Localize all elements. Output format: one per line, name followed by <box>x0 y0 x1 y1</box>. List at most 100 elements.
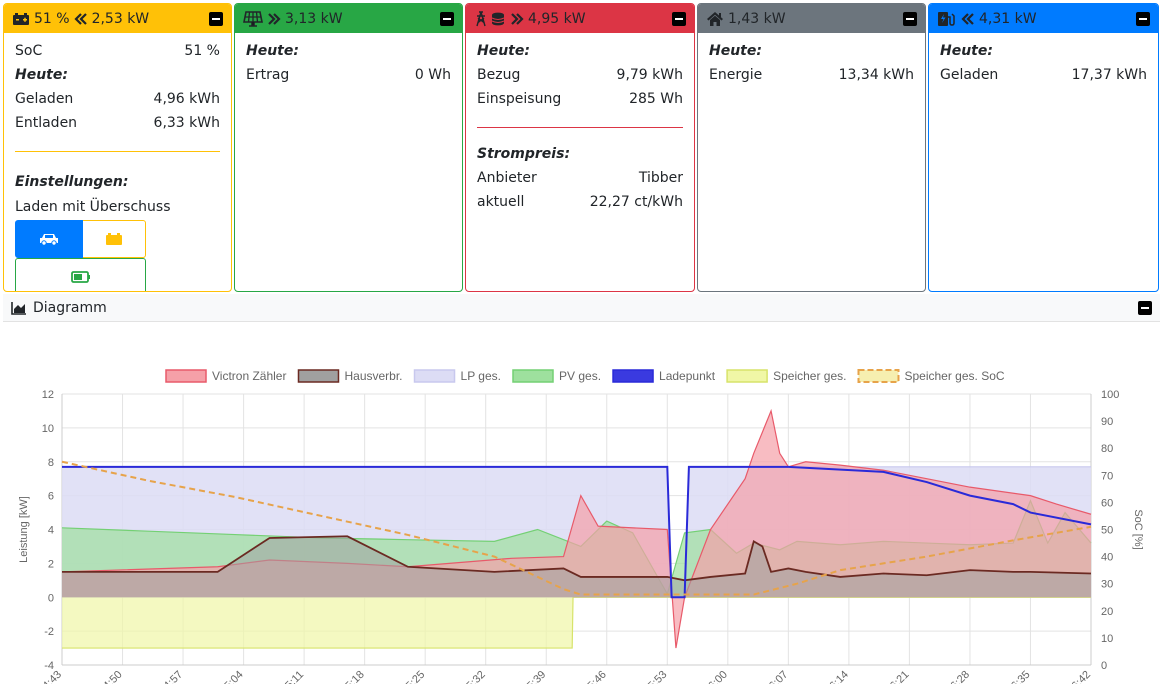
charged-value: 17,37 kWh <box>1071 67 1147 83</box>
discharged-label: Entladen <box>15 115 78 131</box>
x-tick-label: 16:21 <box>884 669 912 684</box>
battery-charging-button[interactable] <box>15 258 146 291</box>
battery-soc: 51 % <box>34 10 70 27</box>
x-tick-label: 16:07 <box>763 669 791 684</box>
price-heading: Strompreis: <box>477 146 571 162</box>
y2-tick-label: 90 <box>1101 416 1113 428</box>
x-tick-label: 14:57 <box>157 669 185 684</box>
y-tick-label: 0 <box>48 592 54 604</box>
x-tick-label: 16:14 <box>823 669 851 684</box>
chevrons-left-icon <box>961 12 974 25</box>
legend-label-pv-ges: PV ges. <box>559 369 601 383</box>
car-mode-button[interactable] <box>15 220 83 258</box>
diagram-panel: Diagramm -4 -2 0 2 4 6 8 10 12 0 10 20 30 40 50 60 70 80 9… <box>3 294 1160 688</box>
legend-swatch-ladepunkt <box>612 369 654 383</box>
power-tower-coins-icon <box>476 10 505 26</box>
soc-value: 51 % <box>184 43 220 59</box>
today-heading: Heute: <box>477 43 530 59</box>
energy-value: 13,34 kWh <box>838 67 914 83</box>
battery-mode-button[interactable] <box>83 220 146 258</box>
yield-label: Ertrag <box>246 67 290 83</box>
divider <box>15 151 220 152</box>
minimize-button[interactable] <box>440 11 454 26</box>
diagram-header[interactable]: Diagramm <box>3 294 1160 322</box>
charged-label: Geladen <box>940 67 999 83</box>
yield-value: 0 Wh <box>414 67 451 83</box>
y2-tick-label: 60 <box>1101 497 1113 509</box>
chevrons-left-icon <box>74 12 87 25</box>
home-power: 1,43 kW <box>728 10 786 27</box>
home-card-header[interactable]: 1,43 kW <box>698 4 925 33</box>
battery-car-icon <box>13 12 29 25</box>
minimize-button[interactable] <box>1136 11 1150 26</box>
legend-swatch-pv-ges <box>512 369 554 383</box>
chargepoint-card-header[interactable]: 4,31 kW <box>929 4 1158 33</box>
grid-card-header[interactable]: 4,95 kW <box>466 4 694 33</box>
minimize-button[interactable] <box>209 11 223 26</box>
minimize-button[interactable] <box>903 11 917 26</box>
solar-panel-icon <box>243 10 263 27</box>
charging-station-icon <box>938 11 955 26</box>
y2-tick-label: 40 <box>1101 552 1113 564</box>
legend-swatch-victron-z-hler <box>165 369 207 383</box>
today-heading: Heute: <box>940 43 993 59</box>
power-chart[interactable]: -4-2024681012010203040506070809010014:43… <box>3 322 1160 688</box>
energy-label: Energie <box>709 67 763 83</box>
x-tick-label: 15:11 <box>279 669 306 684</box>
legend-label-lp-ges: LP ges. <box>461 369 501 383</box>
divider <box>477 127 683 128</box>
export-label: Einspeisung <box>477 91 562 107</box>
minimize-button[interactable] <box>672 11 686 26</box>
y2-tick-label: 80 <box>1101 443 1113 455</box>
legend-label-hausverbr: Hausverbr. <box>344 369 402 383</box>
export-value: 285 Wh <box>629 91 683 107</box>
battery-icon <box>106 233 122 245</box>
car-icon <box>40 234 58 246</box>
series-area-speicher-ges <box>62 597 1091 649</box>
y-tick-label: 2 <box>48 558 54 570</box>
import-label: Bezug <box>477 67 521 83</box>
y-tick-label: 10 <box>42 423 54 435</box>
y2-tick-label: 100 <box>1101 389 1119 401</box>
x-tick-label: 15:18 <box>339 669 367 684</box>
legend-swatch-lp-ges <box>413 369 456 383</box>
x-tick-label: 16:42 <box>1065 669 1093 684</box>
legend-swatch-speicher-ges <box>726 369 768 383</box>
x-tick-label: 15:46 <box>581 669 609 684</box>
y2-tick-label: 0 <box>1101 660 1107 672</box>
battery-card-header[interactable]: 51 % 2,53 kW <box>4 4 231 33</box>
current-price-value: 22,27 ct/kWh <box>589 194 683 210</box>
x-tick-label: 16:28 <box>944 669 972 684</box>
battery-charging-icon <box>70 271 90 283</box>
minimize-button[interactable] <box>1138 300 1152 315</box>
y-tick-label: 8 <box>48 457 54 469</box>
y-tick-label: -2 <box>44 626 54 638</box>
diagram-title: Diagramm <box>33 299 107 316</box>
provider-label: Anbieter <box>477 170 537 186</box>
import-value: 9,79 kWh <box>616 67 683 83</box>
chevrons-right-icon <box>511 12 524 25</box>
soc-label: SoC <box>15 43 43 59</box>
charge-mode: Laden mit Überschuss <box>15 199 171 215</box>
home-card: 1,43 kW Heute: Energie 13,34 kWh <box>697 3 926 292</box>
current-price-label: aktuell <box>477 194 525 210</box>
legend-swatch-speicher-ges-soc <box>857 369 900 383</box>
pv-power: 3,13 kW <box>285 10 343 27</box>
legend-label-speicher-ges: Speicher ges. <box>773 369 846 383</box>
x-tick-label: 15:32 <box>460 669 488 684</box>
x-tick-label: 16:35 <box>1005 669 1033 684</box>
y-tick-label: 12 <box>42 389 54 401</box>
x-tick-label: 15:25 <box>399 669 427 684</box>
pv-card: 3,13 kW Heute: Ertrag 0 Wh <box>234 3 463 292</box>
grid-card: 4,95 kW Heute: Bezug 9,79 kWh Einspeisung… <box>465 3 695 292</box>
y2-tick-label: 70 <box>1101 470 1113 482</box>
pv-card-header[interactable]: 3,13 kW <box>235 4 462 33</box>
y-tick-label: -4 <box>44 660 54 672</box>
y2-axis-title: SoC [%] <box>1132 509 1144 549</box>
legend-swatch-hausverbr <box>297 369 340 383</box>
y2-tick-label: 30 <box>1101 579 1113 591</box>
battery-card: 51 % 2,53 kW SoC 51 % Heute: Geladen 4,96 … <box>3 3 232 292</box>
area-chart-icon <box>11 301 26 315</box>
x-tick-label: 15:04 <box>218 669 246 684</box>
chargepoint-card: 4,31 kW Heute: Geladen 17,37 kWh <box>928 3 1159 292</box>
